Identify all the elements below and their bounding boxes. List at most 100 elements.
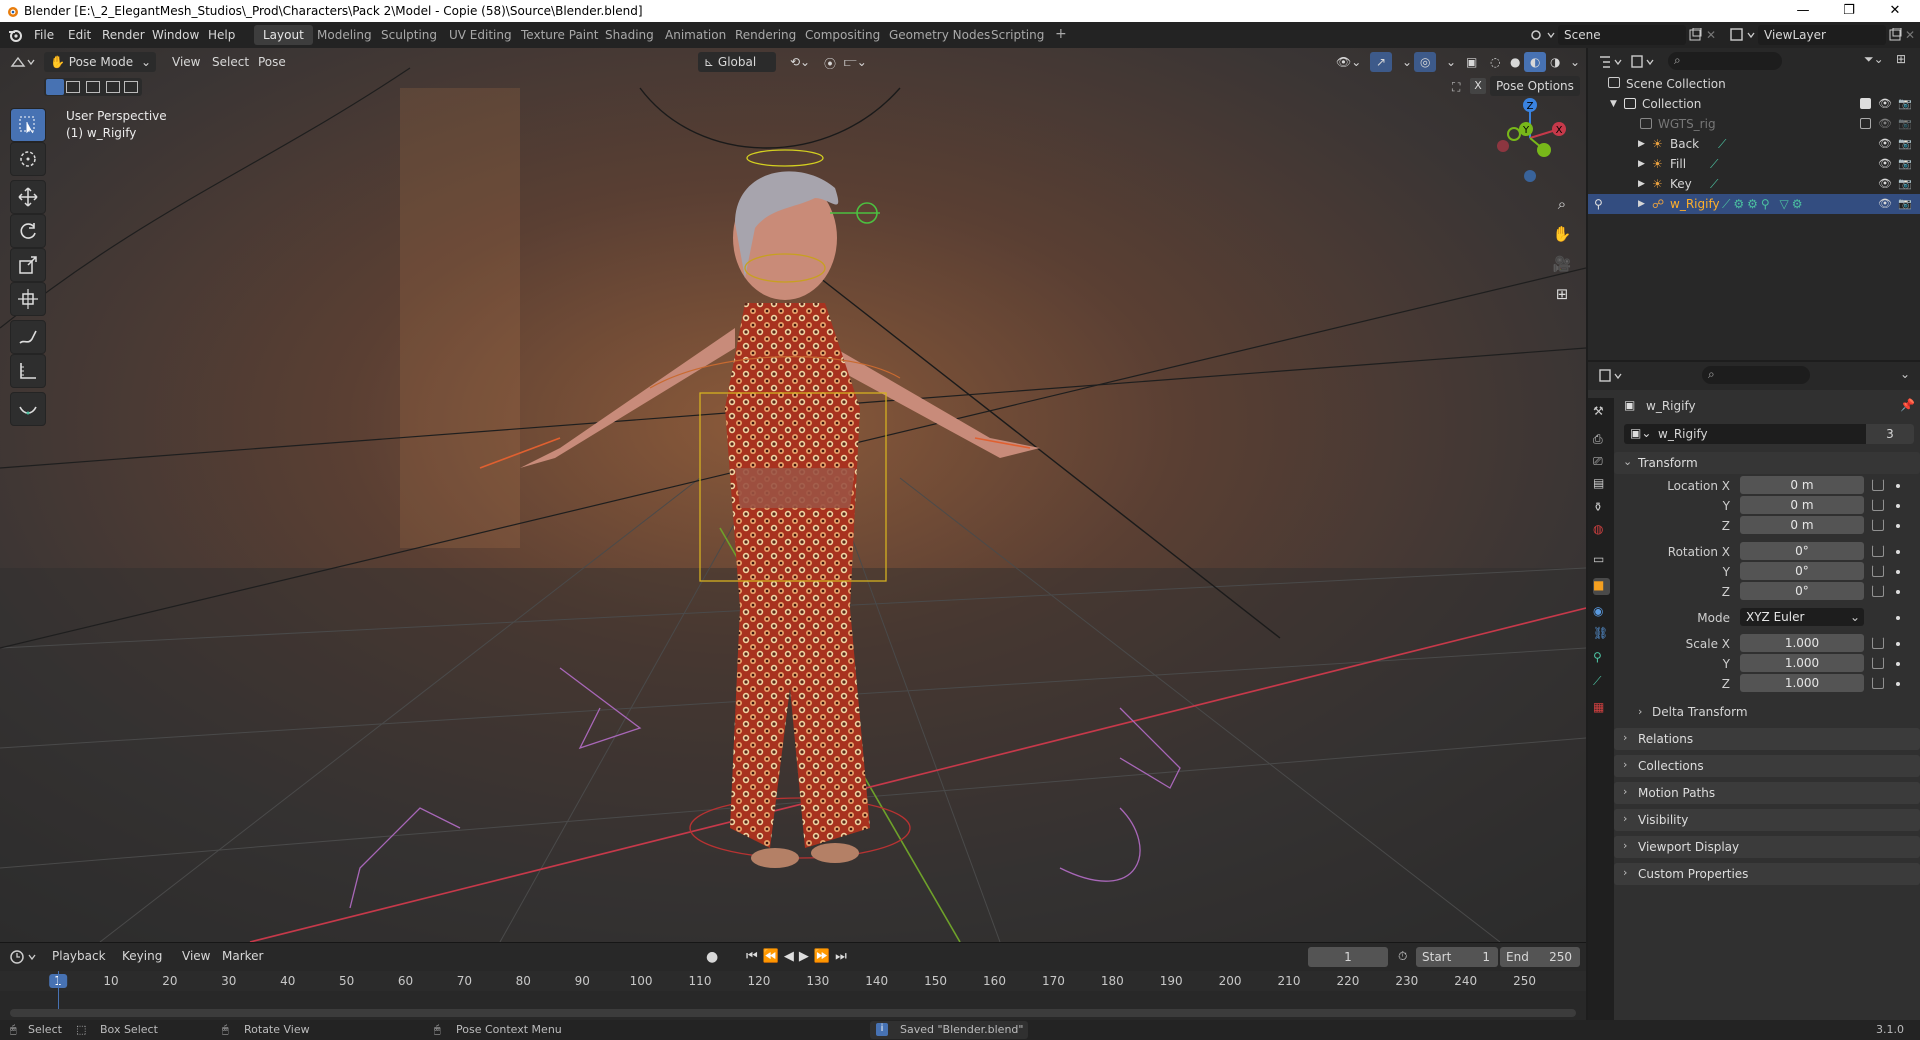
lock-icon[interactable] — [1872, 585, 1884, 597]
end-frame-field[interactable]: End 250 — [1500, 947, 1580, 967]
keyframe-dot-icon[interactable] — [1896, 570, 1900, 574]
tab-constraints-icon[interactable]: ⛓ — [1593, 626, 1610, 643]
outliner-row-fill[interactable]: ▶ ☀ Fill ⟋ 👁 📷 — [1588, 154, 1920, 174]
lock-icon[interactable] — [1872, 479, 1884, 491]
outliner-row-key[interactable]: ▶ ☀ Key ⟋ 👁 📷 — [1588, 174, 1920, 194]
workspace-tab-layout[interactable]: Layout — [254, 25, 313, 45]
eye-icon[interactable]: 👁 — [1878, 157, 1892, 170]
tool-select-box[interactable] — [10, 108, 46, 142]
tab-texture-icon[interactable]: ▦ — [1593, 700, 1610, 717]
tool-move[interactable] — [10, 180, 46, 214]
menu-timeline-view[interactable]: View — [176, 946, 216, 966]
transform-panel-header[interactable]: ⌄ Transform — [1614, 452, 1920, 474]
xray-toggle-icon[interactable]: ▣ — [1460, 52, 1483, 72]
outliner-row-scene-collection[interactable]: Scene Collection — [1588, 74, 1920, 94]
tab-physics-icon[interactable]: ◉ — [1593, 604, 1610, 621]
tab-view-layer-icon[interactable]: ▤ — [1593, 476, 1610, 493]
workspace-tab-sculpting[interactable]: Sculpting — [372, 25, 446, 45]
delta-transform-subpanel[interactable]: › Delta Transform — [1634, 702, 1904, 722]
new-collection-icon[interactable]: ⊞ — [1896, 52, 1906, 66]
current-frame-field[interactable]: 1 — [1308, 947, 1388, 967]
play-icon[interactable]: ▶ — [799, 949, 814, 964]
outliner-editor[interactable]: ⌕ ⏷⌄ ⊞ Scene Collection ▼ Collection 👁 📷… — [1588, 48, 1920, 360]
workspace-tab-modeling[interactable]: Modeling — [308, 25, 381, 45]
shading-dropdown-icon[interactable]: ⌄ — [1564, 52, 1586, 72]
keyframe-dot-icon[interactable] — [1896, 590, 1900, 594]
maximize-button[interactable]: ❐ — [1826, 2, 1872, 20]
relations-panel-header[interactable]: › Relations — [1614, 728, 1920, 750]
location-y-field[interactable]: 0 m — [1740, 496, 1864, 514]
lock-icon[interactable] — [1872, 657, 1884, 669]
keyframe-dot-icon[interactable] — [1896, 616, 1900, 620]
overlays-toggle-icon[interactable]: ◎ — [1414, 52, 1437, 72]
prev-keyframe-icon[interactable]: ⏪ — [763, 949, 784, 964]
menu-render[interactable]: Render — [102, 28, 145, 42]
menu-marker[interactable]: Marker — [216, 946, 269, 966]
jump-start-icon[interactable]: ⏮ — [746, 949, 763, 964]
lock-icon[interactable] — [1872, 565, 1884, 577]
properties-editor[interactable]: ⌕ ⌄ ⚒ ⎙ ⎚ ▤ ⚱ ◍ ▭ ■ ◉ ⛓ ⚲ ⟋ ▦ ▣ w_Rigify… — [1588, 362, 1920, 1020]
preview-range-icon[interactable]: ⏱ — [1392, 946, 1413, 966]
perspective-toggle-icon[interactable]: ⊞ — [1548, 280, 1576, 308]
expand-icon[interactable]: ▶ — [1638, 179, 1645, 189]
tool-transform[interactable] — [10, 282, 46, 316]
auto-keying-icon[interactable]: ● — [700, 946, 724, 966]
scale-z-field[interactable]: 1.000 — [1740, 674, 1864, 692]
snap-target-icon[interactable]: ⫍⌄ — [838, 52, 873, 72]
eye-icon[interactable]: 👁 — [1878, 197, 1892, 210]
scene-icon[interactable] — [1530, 27, 1556, 43]
display-mode-icon[interactable] — [1630, 54, 1656, 70]
expand-collection-icon[interactable]: ▼ — [1610, 99, 1617, 109]
workspace-tab-compositing[interactable]: Compositing — [796, 25, 889, 45]
expand-icon[interactable]: ▶ — [1638, 159, 1645, 169]
3d-viewport[interactable]: ✋ Pose Mode ⌄ View Select Pose ⊾ Global … — [0, 48, 1586, 942]
scale-x-field[interactable]: 1.000 — [1740, 634, 1864, 652]
new-view-layer-icon[interactable] — [1888, 28, 1902, 42]
tool-scale[interactable] — [10, 248, 46, 282]
tab-world-icon[interactable]: ◍ — [1593, 522, 1610, 539]
pin-icon[interactable]: 📌 — [1900, 398, 1915, 412]
object-datablock-field[interactable]: ▣⌄ w_Rigify 3 — [1624, 424, 1914, 444]
camera-icon[interactable]: 📷 — [1898, 177, 1912, 190]
camera-icon[interactable]: 📷 — [1898, 157, 1912, 170]
select-intersect-icon[interactable] — [124, 81, 138, 93]
overlays-dropdown-icon[interactable]: ⌄ — [1440, 52, 1462, 72]
outliner-row-back[interactable]: ▶ ☀ Back ⟋ 👁 📷 — [1588, 134, 1920, 154]
expand-icon[interactable]: ▶ — [1638, 139, 1645, 149]
menu-view[interactable]: View — [166, 52, 206, 72]
keyframe-dot-icon[interactable] — [1896, 662, 1900, 666]
properties-search-input[interactable]: ⌕ — [1702, 366, 1810, 384]
workspace-tab-shading[interactable]: Shading — [596, 25, 663, 45]
collection-include-checkbox[interactable] — [1860, 98, 1871, 109]
outliner-search-input[interactable]: ⌕ — [1668, 52, 1782, 70]
viewport-scene[interactable] — [0, 48, 1586, 942]
scale-y-field[interactable]: 1.000 — [1740, 654, 1864, 672]
gizmo-toggle-icon[interactable]: ↗ — [1370, 52, 1393, 72]
menu-file[interactable]: File — [34, 28, 54, 42]
menu-edit[interactable]: Edit — [68, 28, 91, 42]
motion-paths-panel-header[interactable]: › Motion Paths — [1614, 782, 1920, 804]
pose-mode-toggle-icon[interactable]: ⚲ — [1594, 197, 1603, 211]
transform-orientation[interactable]: ⊾ Global — [698, 52, 776, 72]
blender-menu-icon[interactable] — [8, 28, 22, 42]
tool-bone-size[interactable] — [10, 392, 46, 426]
transform-affect-icon[interactable]: ⛶ — [1452, 80, 1460, 95]
camera-icon[interactable]: 📷 — [1898, 137, 1912, 150]
users-count[interactable]: 3 — [1866, 424, 1914, 444]
workspace-tab-scripting[interactable]: Scripting — [982, 25, 1053, 45]
properties-editor-icon[interactable] — [1598, 368, 1624, 384]
keyframe-dot-icon[interactable] — [1896, 550, 1900, 554]
new-scene-icon[interactable] — [1688, 28, 1702, 42]
tool-annotate[interactable] — [10, 320, 46, 354]
rotation-x-field[interactable]: 0° — [1740, 542, 1864, 560]
menu-keying[interactable]: Keying — [116, 946, 168, 966]
custom-properties-panel-header[interactable]: › Custom Properties — [1614, 863, 1920, 885]
pan-view-icon[interactable]: ✋ — [1548, 220, 1576, 248]
tool-cursor[interactable] — [10, 142, 46, 176]
lock-icon[interactable] — [1872, 519, 1884, 531]
lock-icon[interactable] — [1872, 499, 1884, 511]
lock-icon[interactable] — [1872, 545, 1884, 557]
outliner-row-collection[interactable]: ▼ Collection 👁 📷 — [1588, 94, 1920, 114]
start-frame-field[interactable]: Start 1 — [1416, 947, 1498, 967]
tab-bone-icon[interactable]: ⟋ — [1593, 674, 1610, 691]
